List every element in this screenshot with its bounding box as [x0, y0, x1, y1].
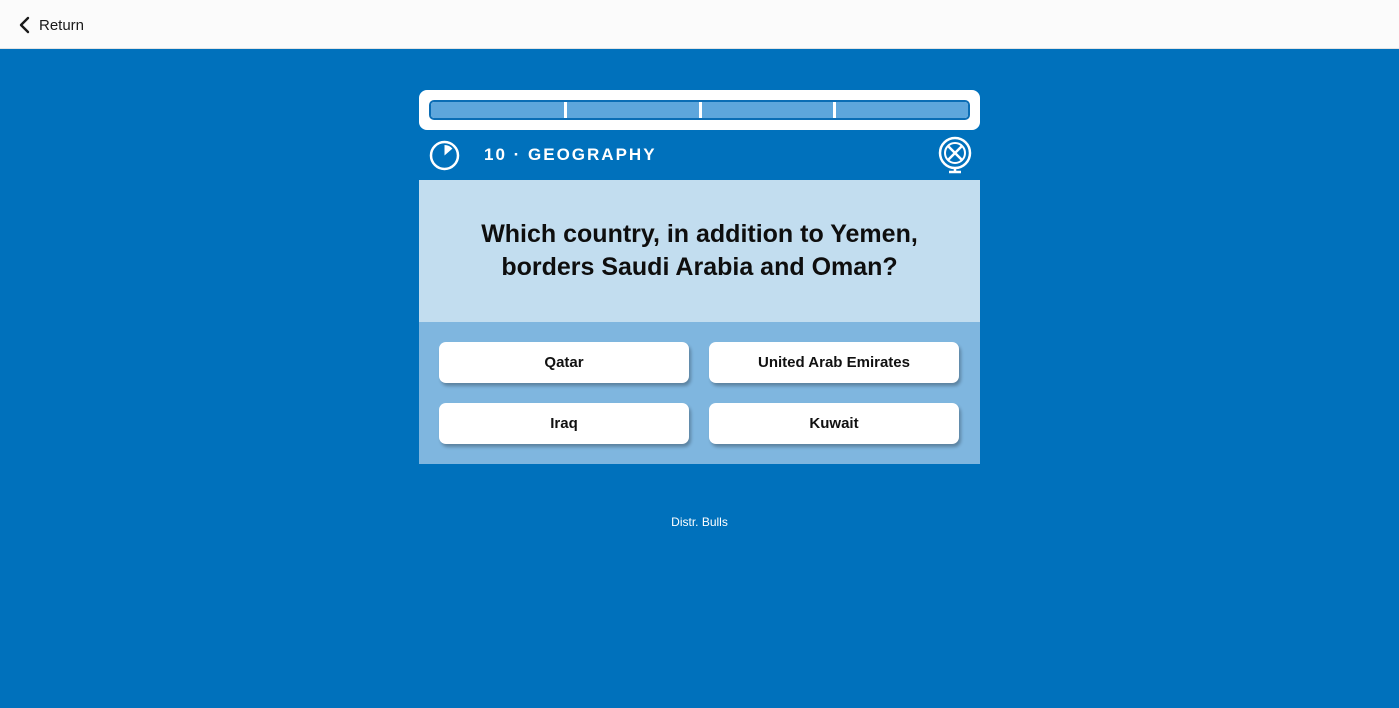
progress-divider — [564, 102, 568, 118]
answers-panel: Qatar United Arab Emirates Iraq Kuwait — [419, 322, 980, 464]
quiz-card: 10 · GEOGRAPHY Which country, in additio… — [419, 90, 980, 464]
return-button[interactable]: Return — [18, 12, 84, 38]
question-panel: Which country, in addition to Yemen, bor… — [419, 180, 980, 322]
answer-button-iraq[interactable]: Iraq — [439, 403, 689, 444]
top-bar: Return — [0, 0, 1399, 49]
progress-panel — [419, 90, 980, 130]
globe-icon[interactable] — [938, 136, 972, 174]
return-label: Return — [39, 16, 85, 34]
question-text: Which country, in addition to Yemen, bor… — [481, 220, 918, 281]
credit-text: Distr. Bulls — [671, 515, 728, 529]
category-label: 10 · GEOGRAPHY — [484, 145, 657, 164]
chevron-left-icon — [19, 16, 30, 34]
progress-divider — [832, 102, 836, 118]
info-row: 10 · GEOGRAPHY — [419, 130, 980, 180]
answer-button-qatar[interactable]: Qatar — [439, 342, 689, 383]
progress-bar — [429, 100, 970, 120]
progress-divider — [698, 102, 702, 118]
answer-button-kuwait[interactable]: Kuwait — [709, 403, 959, 444]
timer-icon — [429, 140, 460, 171]
answer-button-uae[interactable]: United Arab Emirates — [709, 342, 959, 383]
